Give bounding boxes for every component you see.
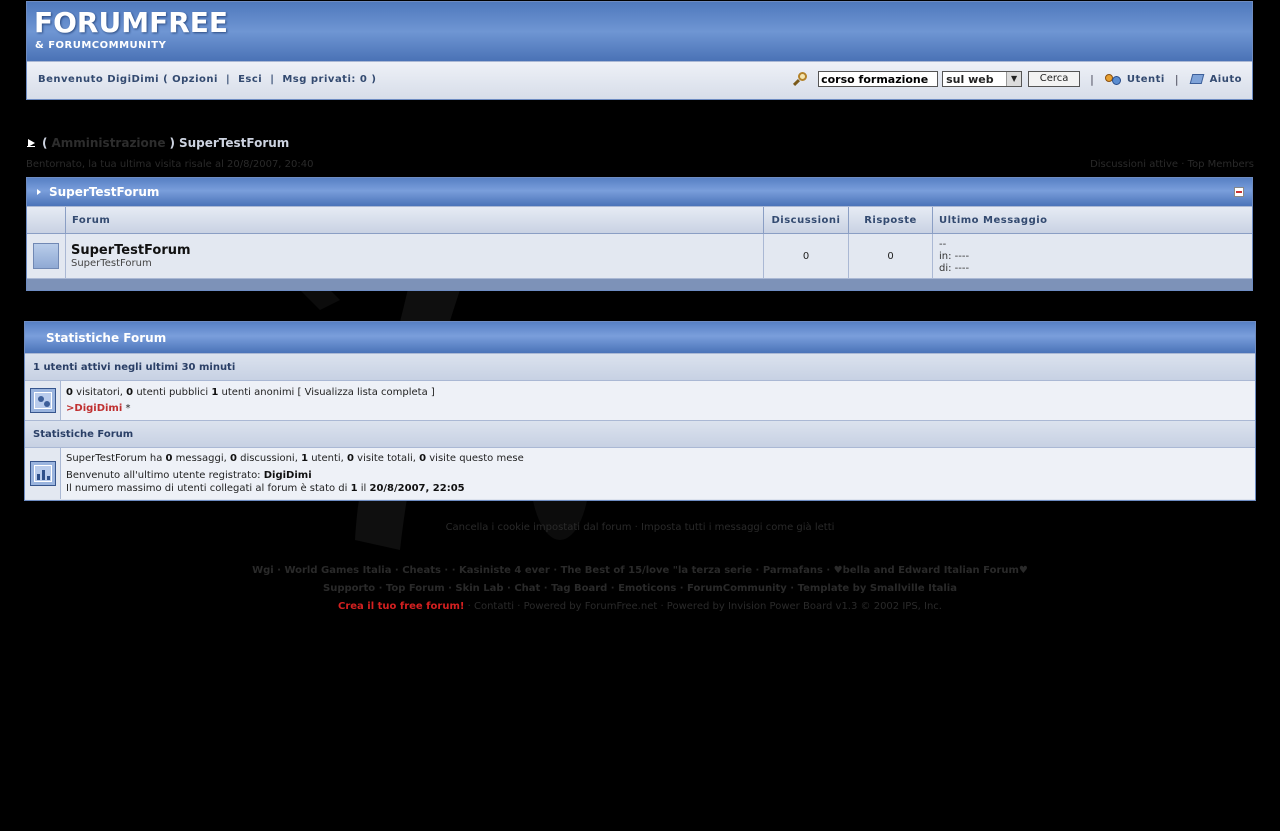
search-input[interactable] [818,71,939,87]
search-button[interactable]: Cerca [1028,71,1081,87]
forum-replies-count: 0 [849,234,933,278]
full-list-link[interactable]: utenti anonimi [ Visualizza lista comple… [218,387,434,398]
last-registered-user-link[interactable]: DigiDimi [264,470,312,481]
users-label: Utenti [1126,73,1165,85]
top-members-link[interactable]: Top Members [1188,159,1254,170]
search-area: sul web ▼ Cerca | Utenti | Aiuto [792,71,1242,87]
stats-title: Statistiche Forum [25,322,1255,354]
forum-table-header: Forum Discussioni Risposte Ultimo Messag… [27,207,1252,234]
users-icon [1104,72,1122,86]
active-users-header: 1 utenti attivi negli ultimi 30 minuti [25,354,1255,381]
help-link[interactable]: Aiuto [1189,72,1242,86]
user-links: Benvenuto DigiDimi ( Opzioni | Esci | Ms… [38,74,377,85]
logo-subtitle: & FORUMCOMMUNITY [35,40,167,51]
active-topics-link[interactable]: Discussioni attive [1090,159,1178,170]
create-forum-link[interactable]: Crea il tuo free forum! [338,601,464,612]
footer-nav[interactable]: Supporto · Top Forum · Skin Lab · Chat ·… [0,583,1280,594]
last-visit-text: Bentornato, la tua ultima visita risale … [26,159,314,170]
category-title-text[interactable]: SuperTestForum [49,185,159,199]
col-topics: Discussioni [764,207,849,233]
forum-description: SuperTestForum [71,258,152,269]
site-header: FORUMFREE & FORUMCOMMUNITY Benvenuto Dig… [26,1,1253,100]
forum-category: SuperTestForum Forum Discussioni Rispost… [26,177,1253,291]
search-scope-value: sul web [946,72,994,86]
user-bar: Benvenuto DigiDimi ( Opzioni | Esci | Ms… [27,62,1252,99]
breadcrumb: ( Amministrazione ) SuperTestForum [27,136,289,150]
arrow-right-icon [37,189,41,195]
footer-credits: Crea il tuo free forum! · Contatti · Pow… [337,601,942,612]
footer-cookie-links[interactable]: Cancella i cookie impostati dal forum · … [0,522,1280,533]
collapse-icon[interactable] [1234,187,1244,197]
col-replies: Risposte [849,207,933,233]
breadcrumb-current[interactable]: SuperTestForum [179,136,289,150]
forum-status-icon [33,243,59,269]
help-icon [1189,72,1205,86]
breadcrumb-arrow-icon [27,138,36,148]
stats-chart-icon [29,461,56,486]
active-users-row: 0 visitatori, 0 utenti pubblici 1 utenti… [25,381,1255,421]
chevron-down-icon: ▼ [1006,72,1022,86]
forum-topics-count: 0 [764,234,849,278]
search-icon [792,71,810,87]
forum-name-link[interactable]: SuperTestForum [71,243,763,258]
forum-stats-row: SuperTestForum ha 0 messaggi, 0 discussi… [25,448,1255,499]
footer-affiliates[interactable]: Wgi · World Games Italia · Cheats · · Ka… [0,565,1280,576]
online-user-link[interactable]: DigiDimi [74,403,122,414]
banner: FORUMFREE & FORUMCOMMUNITY [27,2,1252,62]
logout-link[interactable]: Esci [238,74,262,85]
help-label: Aiuto [1209,73,1242,85]
logo[interactable]: FORUMFREE [34,6,228,39]
options-link[interactable]: ( Opzioni [163,74,218,85]
category-footer [27,279,1252,290]
private-messages-link[interactable]: Msg privati: 0 ) [282,74,376,85]
users-link[interactable]: Utenti [1104,72,1165,86]
forum-stats: Statistiche Forum 1 utenti attivi negli … [24,321,1256,501]
welcome-text: Benvenuto DigiDimi [38,74,160,85]
table-row: SuperTestForum SuperTestForum 0 0 -- in:… [27,234,1252,279]
online-users-icon [29,388,56,413]
breadcrumb-admin-link[interactable]: Amministrazione [51,136,165,150]
col-last-post: Ultimo Messaggio [939,214,1048,226]
col-forum: Forum [66,207,764,233]
forum-last-post: -- in: ---- di: ---- [939,239,970,274]
category-title: SuperTestForum [27,178,1252,207]
last-visit-row: Bentornato, la tua ultima visita risale … [26,159,1254,170]
search-scope-select[interactable]: sul web ▼ [942,71,1023,87]
forum-stats-header: Statistiche Forum [25,421,1255,448]
